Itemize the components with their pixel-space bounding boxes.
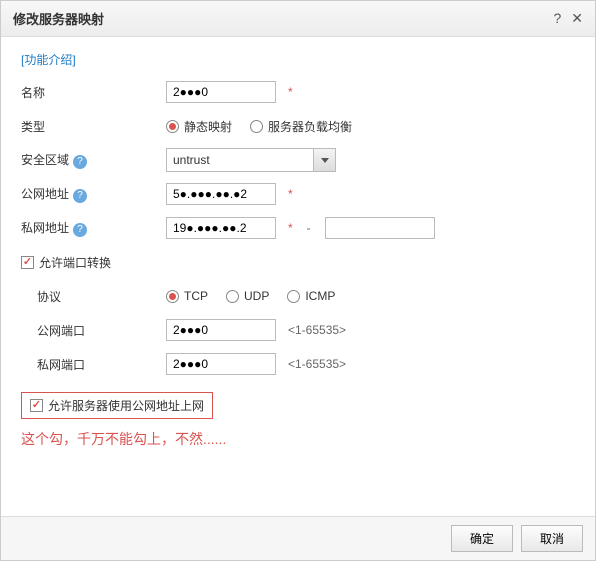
publicip-input[interactable]	[166, 183, 276, 205]
dialog-title: 修改服务器映射	[13, 9, 553, 28]
intro-link[interactable]: [功能介绍]	[21, 51, 76, 68]
dialog: 修改服务器映射 ? ✕ [功能介绍] 名称 * 类型 静态映射	[0, 0, 596, 561]
privateport-label: 私网端口	[37, 356, 166, 373]
protocol-udp-label: UDP	[244, 289, 269, 303]
dialog-content: [功能介绍] 名称 * 类型 静态映射 服务器负载均衡	[1, 37, 595, 463]
type-static-radio[interactable]: 静态映射	[166, 118, 232, 135]
checkbox-icon	[30, 399, 43, 412]
privateport-input[interactable]	[166, 353, 276, 375]
privateport-hint: <1-65535>	[288, 357, 346, 371]
publicip-label: 公网地址?	[21, 185, 166, 203]
type-loadbalance-label: 服务器负载均衡	[268, 118, 352, 135]
help-icon[interactable]: ?	[553, 10, 561, 27]
checkbox-icon	[21, 256, 34, 269]
name-input[interactable]	[166, 81, 276, 103]
titlebar-controls: ? ✕	[553, 10, 583, 27]
dialog-footer: 确定 取消	[1, 516, 595, 560]
name-label: 名称	[21, 84, 166, 101]
chevron-down-icon[interactable]	[313, 149, 335, 171]
protocol-label: 协议	[37, 288, 166, 305]
help-icon[interactable]: ?	[73, 223, 87, 237]
publicport-hint: <1-65535>	[288, 323, 346, 337]
protocol-icmp-radio[interactable]: ICMP	[287, 289, 335, 303]
ok-button[interactable]: 确定	[451, 525, 513, 552]
allow-port-checkbox[interactable]: 允许端口转换	[21, 254, 111, 271]
protocol-tcp-label: TCP	[184, 289, 208, 303]
required-mark: *	[288, 221, 293, 235]
type-loadbalance-radio[interactable]: 服务器负载均衡	[250, 118, 352, 135]
warning-text: 这个勾，千万不能勾上，不然......	[21, 429, 575, 449]
allow-reverse-label: 允许服务器使用公网地址上网	[48, 397, 204, 414]
zone-select[interactable]: untrust	[166, 148, 336, 172]
range-dash: -	[307, 221, 311, 235]
required-mark: *	[288, 187, 293, 201]
protocol-icmp-label: ICMP	[305, 289, 335, 303]
protocol-tcp-radio[interactable]: TCP	[166, 289, 208, 303]
zone-value: untrust	[167, 153, 313, 167]
close-icon[interactable]: ✕	[571, 10, 583, 27]
required-mark: *	[288, 85, 293, 99]
publicport-input[interactable]	[166, 319, 276, 341]
allow-port-label: 允许端口转换	[39, 254, 111, 271]
allow-reverse-box: 允许服务器使用公网地址上网	[21, 392, 213, 419]
type-static-label: 静态映射	[184, 118, 232, 135]
zone-label: 安全区域?	[21, 151, 166, 169]
type-label: 类型	[21, 118, 166, 135]
help-icon[interactable]: ?	[73, 155, 87, 169]
privateip-label: 私网地址?	[21, 219, 166, 237]
privateip-input[interactable]	[166, 217, 276, 239]
protocol-udp-radio[interactable]: UDP	[226, 289, 269, 303]
cancel-button[interactable]: 取消	[521, 525, 583, 552]
publicport-label: 公网端口	[37, 322, 166, 339]
allow-reverse-checkbox[interactable]: 允许服务器使用公网地址上网	[30, 397, 204, 414]
privateip-end-input[interactable]	[325, 217, 435, 239]
titlebar: 修改服务器映射 ? ✕	[1, 1, 595, 37]
help-icon[interactable]: ?	[73, 189, 87, 203]
